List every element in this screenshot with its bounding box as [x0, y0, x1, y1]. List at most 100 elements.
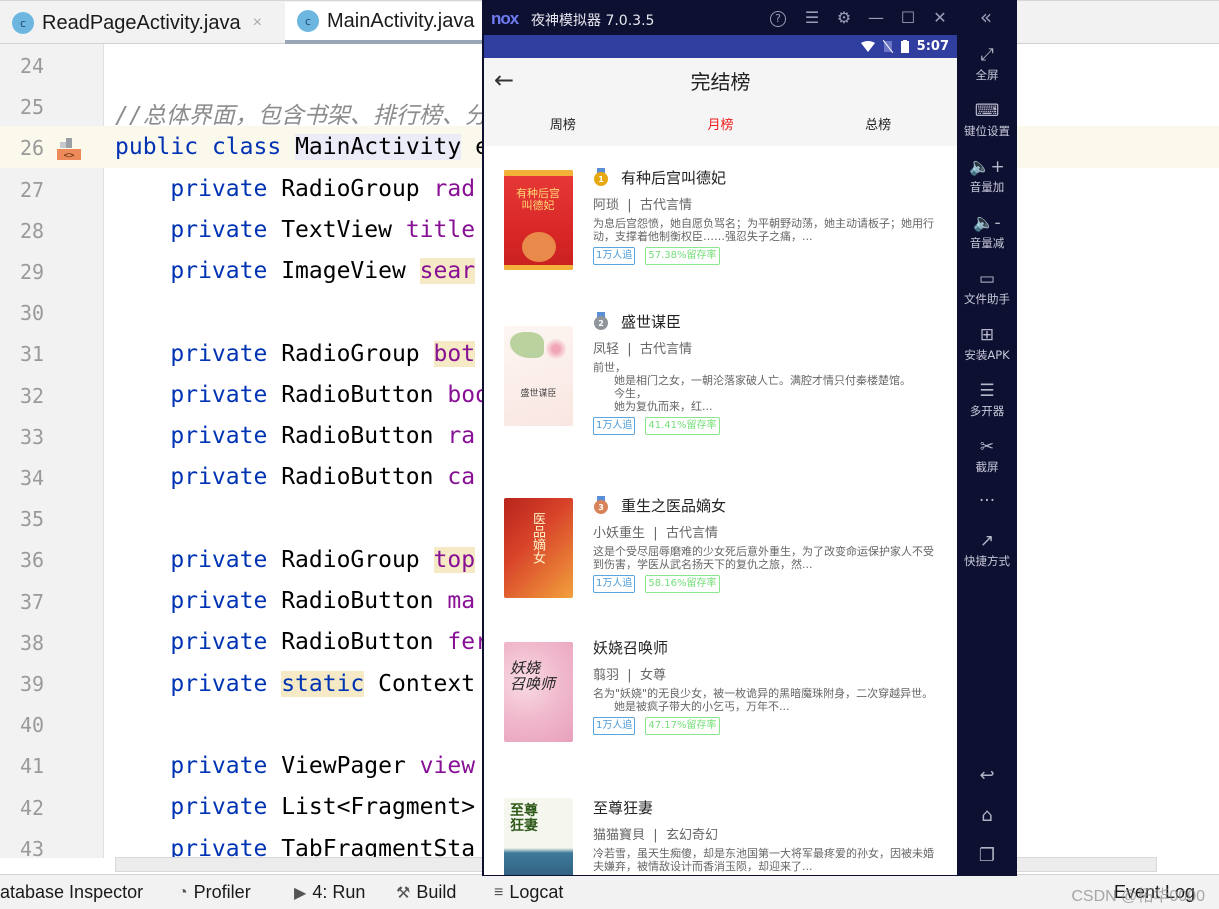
line-number: 26: [20, 136, 45, 161]
close-tab-icon[interactable]: ×: [253, 14, 262, 32]
book-category[interactable]: 古代言情: [640, 198, 692, 213]
build-button[interactable]: ⚒ Build: [396, 882, 456, 903]
book-author[interactable]: 阿琐: [593, 198, 619, 213]
book-category[interactable]: 古代言情: [640, 342, 692, 357]
code-line-37: private RadioButton ma: [115, 588, 475, 614]
book-author[interactable]: 猫猫寶貝: [593, 828, 645, 843]
book-meta: 翦羽 | 女尊: [593, 668, 666, 683]
wifi-icon: [860, 41, 875, 52]
book-category[interactable]: 玄幻奇幻: [666, 828, 718, 843]
android-recent-apps-icon[interactable]: ❐: [957, 845, 1017, 866]
sidebar-item-fullscreen[interactable]: ⤢ 全屏: [957, 45, 1017, 83]
app-toolbar: ← 完结榜 周榜 月榜 总榜: [484, 58, 957, 146]
settings-icon[interactable]: ⚙: [833, 8, 855, 27]
code-line-42: private List<Fragment>: [115, 794, 475, 820]
logcat-icon: ≡: [494, 883, 504, 901]
book-description: 这是个受尽屈辱磨难的少女死后意外重生，为了改变命运保护家人不受到伤害，学医从武名…: [593, 545, 934, 571]
type: RadioButton: [281, 464, 434, 490]
profiler-button[interactable]: ◔ Profiler: [178, 882, 251, 903]
battery-icon: [900, 40, 909, 53]
database-inspector-button[interactable]: atabase Inspector: [0, 882, 143, 903]
close-icon[interactable]: ✕: [929, 8, 951, 27]
tab-label: ReadPageActivity.java: [42, 11, 241, 34]
tab-weekly[interactable]: 周榜: [484, 114, 642, 146]
book-author[interactable]: 凤轻: [593, 342, 619, 357]
followers-badge: 1万人追: [593, 417, 636, 435]
book-cover: 至尊 狂妻: [504, 798, 573, 875]
book-info: 至尊狂妻 猫猫寶貝 | 玄幻奇幻 冷若雪，虽天生痴傻，却是东池国第一大将军最疼爱…: [593, 796, 943, 875]
line-number: 37: [20, 589, 45, 614]
emulator-sidebar: ⤢ 全屏 ⌨ 键位设置 🔈+ 音量加 🔈- 音量减 ▭ 文件助手 ⊞ 安装APK ☰ 多开器 …: [957, 35, 1017, 875]
keyword: private: [170, 671, 268, 697]
line-number: 25: [20, 95, 45, 120]
type: RadioGroup: [281, 341, 420, 367]
logcat-button[interactable]: ≡ Logcat: [494, 882, 563, 903]
code-line-36: private RadioGroup top: [115, 547, 476, 573]
keyword: private: [170, 382, 268, 408]
field: view: [419, 753, 476, 779]
emulator-title-bar[interactable]: nox 夜神模拟器 7.0.3.5 ? ☰ ⚙ — ☐ ✕ «: [483, 1, 1018, 35]
sidebar-item-multi-instance[interactable]: ☰ 多开器: [957, 381, 1017, 419]
tab-readpageactivity[interactable]: c ReadPageActivity.java ×: [0, 2, 284, 44]
book-description: 名为"妖娆"的无良少女，被一枚诡异的黑暗魔珠附身，二次穿越异世。 她是被疯子带大…: [593, 687, 934, 713]
sidebar-item-screenshot[interactable]: ✂ 截屏: [957, 437, 1017, 475]
line-number: 36: [20, 548, 45, 573]
sidebar-label: 文件助手: [964, 292, 1010, 306]
tab-total[interactable]: 总榜: [799, 114, 957, 146]
line-number: 29: [20, 260, 45, 284]
cover-title: 医品嫡女: [530, 512, 545, 564]
book-meta: 小妖重生 | 古代言情: [593, 526, 718, 541]
no-sim-icon: [882, 40, 893, 53]
book-category[interactable]: 女尊: [640, 668, 666, 683]
tab-mainactivity[interactable]: c MainActivity.java: [285, 2, 485, 44]
book-author[interactable]: 小妖重生: [593, 526, 645, 541]
android-screen: 5:07 ← 完结榜 周榜 月榜 总榜 有种后宫 叫德妃 1 有种后宫叫德妃 阿…: [484, 35, 957, 875]
field: top: [433, 547, 476, 573]
keyword: private: [170, 464, 268, 490]
keyword: static: [281, 671, 365, 697]
sidebar-item-more[interactable]: ···: [957, 491, 1017, 513]
keyword: public: [115, 134, 199, 160]
run-button[interactable]: ▶ 4: Run: [294, 882, 365, 903]
volume-down-icon: 🔈-: [973, 213, 1001, 233]
code-line-41: private ViewPager view: [115, 753, 475, 779]
tab-monthly[interactable]: 月榜: [642, 114, 800, 146]
sidebar-item-shortcut[interactable]: ↗ 快捷方式: [957, 531, 1017, 569]
sidebar-label: 安装APK: [964, 348, 1010, 362]
ranking-tabs: 周榜 月榜 总榜: [484, 114, 957, 146]
book-category[interactable]: 古代言情: [666, 526, 718, 541]
tool-window-bar: atabase Inspector ◔ Profiler ▶ 4: Run ⚒ Bui…: [0, 874, 1219, 909]
collapse-sidebar-icon[interactable]: «: [975, 5, 997, 29]
sidebar-item-install-apk[interactable]: ⊞ 安装APK: [957, 325, 1017, 363]
sidebar-item-file-assistant[interactable]: ▭ 文件助手: [957, 269, 1017, 307]
help-icon[interactable]: ?: [770, 11, 786, 27]
book-title[interactable]: 有种后宫叫德妃: [621, 167, 726, 188]
field: ca: [447, 464, 476, 490]
maximize-icon[interactable]: ☐: [897, 8, 919, 27]
nox-emulator-window: nox 夜神模拟器 7.0.3.5 ? ☰ ⚙ — ☐ ✕ « 5:07 ← 完…: [482, 0, 1017, 876]
book-author[interactable]: 翦羽: [593, 668, 619, 683]
implementation-marker-icon[interactable]: <>: [56, 136, 82, 162]
book-title[interactable]: 妖娆召唤师: [593, 637, 668, 658]
field: bot: [433, 341, 476, 367]
android-home-icon[interactable]: ⌂: [957, 805, 1017, 826]
button-label: Build: [416, 882, 457, 902]
minimize-icon[interactable]: —: [865, 8, 887, 27]
book-meta: 凤轻 | 古代言情: [593, 342, 692, 357]
sidebar-item-volume-up[interactable]: 🔈+ 音量加: [957, 157, 1017, 195]
class-name: MainActivity: [295, 134, 462, 160]
class-icon: c: [297, 10, 319, 32]
type: RadioButton: [281, 382, 434, 408]
type: TextView: [281, 217, 392, 243]
menu-icon[interactable]: ☰: [801, 8, 823, 27]
book-title[interactable]: 盛世谋臣: [621, 311, 681, 332]
sidebar-item-keymap[interactable]: ⌨ 键位设置: [957, 101, 1017, 139]
nox-logo: nox: [491, 9, 519, 28]
book-title[interactable]: 至尊狂妻: [593, 797, 653, 818]
sidebar-item-volume-down[interactable]: 🔈- 音量减: [957, 213, 1017, 251]
book-title[interactable]: 重生之医品嫡女: [621, 495, 726, 516]
android-back-icon[interactable]: ↩: [957, 765, 1017, 786]
book-info: 2 盛世谋臣 凤轻 | 古代言情 前世， 她是相门之女，一朝沦落家破人亡。满腔才…: [593, 310, 943, 435]
code-line-31: private RadioGroup bot: [115, 341, 476, 367]
keyword: private: [170, 423, 268, 449]
